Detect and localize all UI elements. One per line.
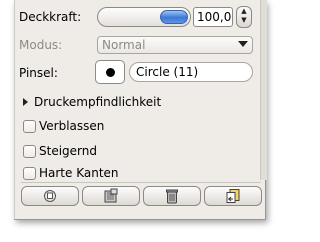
fade-checkbox-row[interactable]: Verblassen — [23, 119, 104, 133]
tool-options-panel: Deckkraft: 100,0 ▲ ▼ Modus: Normal Pinse… — [14, 0, 267, 220]
fade-checkbox[interactable] — [23, 119, 36, 133]
spin-down-icon[interactable]: ▼ — [237, 16, 251, 25]
save-icon — [43, 189, 57, 203]
chevron-down-icon — [238, 41, 248, 47]
reset-options-button[interactable] — [204, 186, 262, 206]
restore-icon — [103, 188, 119, 204]
brush-circle-icon — [106, 68, 115, 77]
restore-options-button[interactable] — [82, 186, 140, 206]
hard-edges-checkbox[interactable] — [23, 166, 36, 180]
reset-icon — [225, 188, 241, 204]
opacity-label: Deckkraft: — [19, 10, 82, 24]
delete-icon — [165, 188, 179, 204]
spin-up-icon[interactable]: ▲ — [237, 7, 251, 16]
hard-edges-label: Harte Kanten — [39, 166, 119, 180]
fade-label: Verblassen — [39, 119, 105, 133]
pressure-expander[interactable]: Druckempfindlichkeit — [23, 95, 161, 109]
brush-label: Pinsel: — [19, 66, 58, 80]
opacity-slider-thumb[interactable] — [160, 10, 188, 24]
expander-triangle-icon — [23, 98, 28, 106]
pressure-label: Druckempfindlichkeit — [34, 95, 162, 109]
opacity-spin-button[interactable]: ▲ ▼ — [236, 6, 252, 28]
brush-name-field[interactable]: Circle (11) — [129, 62, 253, 82]
mode-selected-value: Normal — [102, 38, 146, 52]
brush-preview-button[interactable] — [95, 60, 125, 84]
button-bar — [21, 186, 262, 206]
hard-edges-checkbox-row[interactable]: Harte Kanten — [23, 166, 119, 180]
incremental-label: Steigernd — [39, 144, 97, 158]
vertical-scrollbar[interactable] — [260, 0, 267, 180]
opacity-value-field[interactable]: 100,0 — [193, 7, 233, 27]
separator — [21, 182, 261, 183]
mode-dropdown[interactable]: Normal — [97, 36, 253, 54]
incremental-checkbox-row[interactable]: Steigernd — [23, 144, 97, 158]
save-options-button[interactable] — [21, 186, 79, 206]
delete-options-button[interactable] — [143, 186, 201, 206]
mode-label: Modus: — [19, 38, 63, 52]
opacity-slider[interactable] — [97, 7, 191, 27]
incremental-checkbox[interactable] — [23, 144, 36, 158]
